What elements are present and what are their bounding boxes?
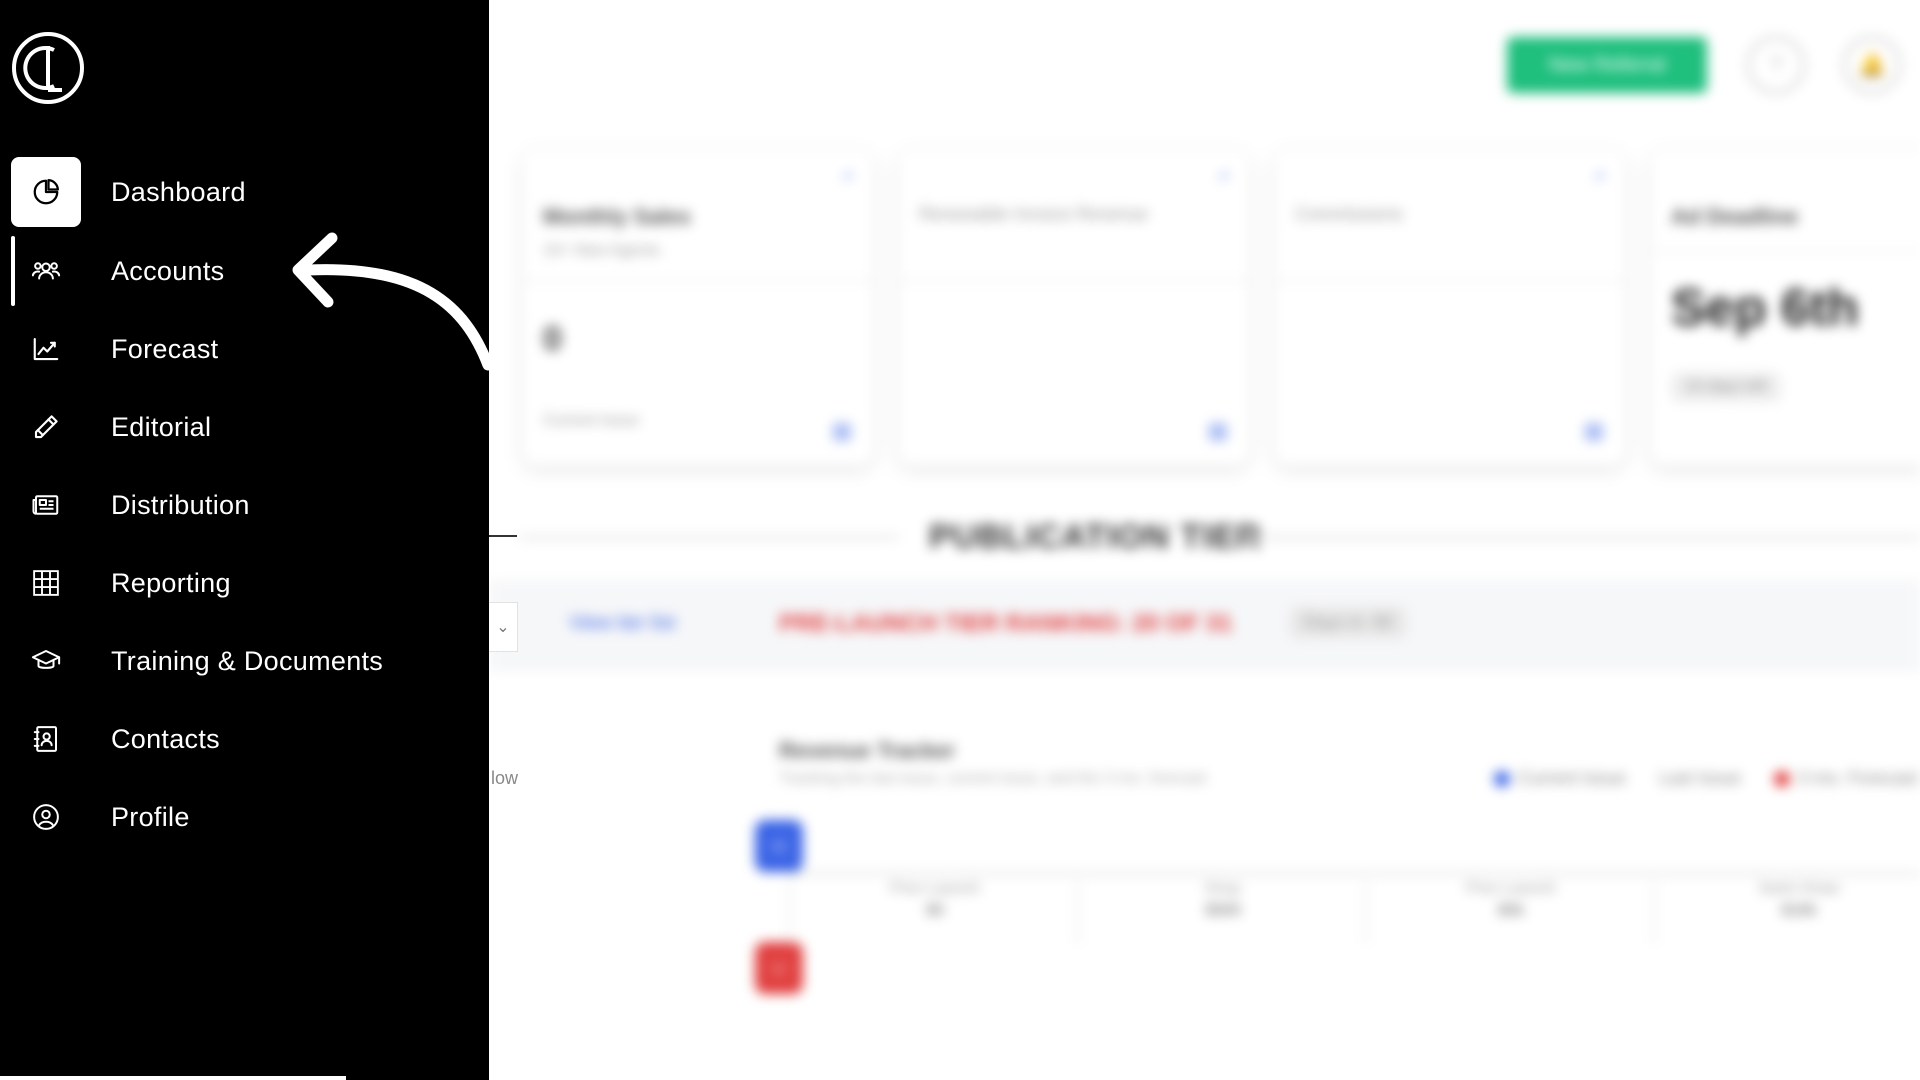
legend-item: 3 mo. Forecast <box>1774 768 1918 789</box>
sidebar: Dashboard Accounts Forecast Editorial Di… <box>0 0 489 1080</box>
card-title: Renewable Invoice Revenue <box>919 204 1149 224</box>
sidebar-item-label: Training & Documents <box>111 645 384 676</box>
legend-label: Current Issue <box>1518 768 1627 788</box>
app-root: New Referral ? 🔔 ↗ Monthly Sales 10+ New… <box>0 0 1920 1080</box>
tracker-column-label: Prev Launch <box>890 880 980 897</box>
users-icon <box>11 236 81 306</box>
scrollbar[interactable] <box>0 1076 346 1080</box>
tracker-column: Swim Draw $10k <box>1653 880 1920 944</box>
card-link-icon[interactable]: ↗ <box>1593 168 1605 185</box>
user-circle-icon <box>11 782 81 852</box>
legend-dot <box>1774 770 1790 787</box>
partial-label: low <box>491 768 519 788</box>
divider-line <box>489 535 517 537</box>
graduation-cap-icon <box>11 626 81 696</box>
pencil-icon <box>11 392 81 462</box>
card-divider <box>1275 280 1625 282</box>
card-title: Monthly Sales <box>543 204 691 229</box>
legend-item: Last Issue <box>1659 768 1741 789</box>
divider-line <box>1245 536 1920 539</box>
sidebar-item-label: Accounts <box>111 255 225 286</box>
pie-chart-icon <box>11 157 81 227</box>
tracker-column-value: $0 <box>926 902 944 919</box>
card-link-icon[interactable]: ↗ <box>1217 168 1229 185</box>
card-corner-icon[interactable] <box>833 423 851 441</box>
sidebar-item-editorial[interactable]: Editorial <box>0 392 489 462</box>
revenue-tracker-title: Revenue Tracker <box>779 738 956 763</box>
annotation-arrow-icon <box>292 232 494 371</box>
tracker-column: Drop $500 <box>1077 880 1367 944</box>
card-divider <box>523 280 873 282</box>
sidebar-item-label: Dashboard <box>111 176 246 207</box>
card-title: Ad Deadline <box>1671 204 1799 229</box>
revenue-card: ↗ Renewable Invoice Revenue <box>899 150 1249 465</box>
card-value: 0 <box>543 320 562 358</box>
card-link-icon[interactable]: ↗ <box>841 168 853 185</box>
card-footer: Current Issue <box>543 412 640 429</box>
sidebar-item-profile[interactable]: Profile <box>0 782 489 852</box>
sidebar-item-label: Editorial <box>111 411 212 442</box>
newspaper-icon <box>11 470 81 540</box>
chevron-down-icon[interactable]: ⌄ <box>489 602 518 652</box>
deadline-date: Sep 6th <box>1671 279 1859 337</box>
tracker-line <box>789 872 1920 875</box>
divider-line <box>519 536 899 539</box>
current-issue-marker: CI <box>755 820 803 872</box>
tracker-column-value: $10k <box>1781 902 1817 919</box>
sidebar-item-contacts[interactable]: Contacts <box>0 704 489 774</box>
legend-dot <box>1494 770 1510 787</box>
card-corner-icon[interactable] <box>1209 423 1227 441</box>
last-issue-marker: LI <box>755 942 803 994</box>
ad-deadline-card: Ad Deadline Sep 6th 10 days left <box>1651 150 1920 465</box>
bell-icon[interactable]: 🔔 <box>1843 36 1901 94</box>
publication-tier-heading: PUBLICATION TIER <box>929 518 1262 556</box>
brand-logo[interactable] <box>10 30 86 106</box>
tier-band: View tier list PRE-LAUNCH TIER RANKING: … <box>489 580 1920 672</box>
blurred-main-content: New Referral ? 🔔 ↗ Monthly Sales 10+ New… <box>489 0 1920 1080</box>
sidebar-item-label: Reporting <box>111 567 231 598</box>
view-tier-list-link[interactable]: View tier list <box>569 612 675 635</box>
sidebar-item-dashboard[interactable]: Dashboard <box>0 157 489 227</box>
contact-book-icon <box>11 704 81 774</box>
card-divider <box>899 280 1249 282</box>
monthly-sales-card: ↗ Monthly Sales 10+ New Agents 0 Current… <box>523 150 873 465</box>
tracker-column-label: Swim Draw <box>1758 880 1840 897</box>
legend-label: Last Issue <box>1659 768 1742 788</box>
help-icon[interactable]: ? <box>1747 36 1805 94</box>
tracker-column-value: $5k <box>1497 902 1525 919</box>
tracker-column-label: Drop <box>1205 880 1241 897</box>
sidebar-item-label: Profile <box>111 801 190 832</box>
sidebar-item-label: Contacts <box>111 723 220 754</box>
tracker-column-label: Prev Launch <box>1466 880 1556 897</box>
legend-label: 3 mo. Forecast <box>1798 768 1919 788</box>
line-chart-icon <box>11 314 81 384</box>
card-corner-icon[interactable] <box>1585 423 1603 441</box>
sidebar-item-label: Forecast <box>111 333 219 364</box>
tracker-column: Prev Launch $0 <box>789 880 1079 944</box>
revenue-tracker-subtitle: Tracking the last issue, current issue, … <box>779 770 1207 787</box>
tier-ranking-warning: PRE-LAUNCH TIER RANKING: 20 OF 31 <box>779 610 1233 637</box>
sidebar-item-distribution[interactable]: Distribution <box>0 470 489 540</box>
card-title: Commissions <box>1295 204 1404 224</box>
days-left-pill: 10 days left <box>1671 372 1781 402</box>
tracker-column-value: $500 <box>1205 902 1241 919</box>
commissions-card: ↗ Commissions <box>1275 150 1625 465</box>
days-in-chip: Days in: 90 <box>1289 606 1408 639</box>
new-referral-button[interactable]: New Referral <box>1507 37 1707 93</box>
tracker-column: Prev Launch $5k <box>1365 880 1655 944</box>
card-divider <box>1651 250 1920 252</box>
legend-item: Current Issue <box>1494 768 1626 789</box>
sidebar-item-label: Distribution <box>111 489 250 520</box>
card-subtitle: 10+ New Agents <box>543 242 660 259</box>
sidebar-item-training-documents[interactable]: Training & Documents <box>0 626 489 696</box>
sidebar-item-reporting[interactable]: Reporting <box>0 548 489 618</box>
grid-table-icon <box>11 548 81 618</box>
